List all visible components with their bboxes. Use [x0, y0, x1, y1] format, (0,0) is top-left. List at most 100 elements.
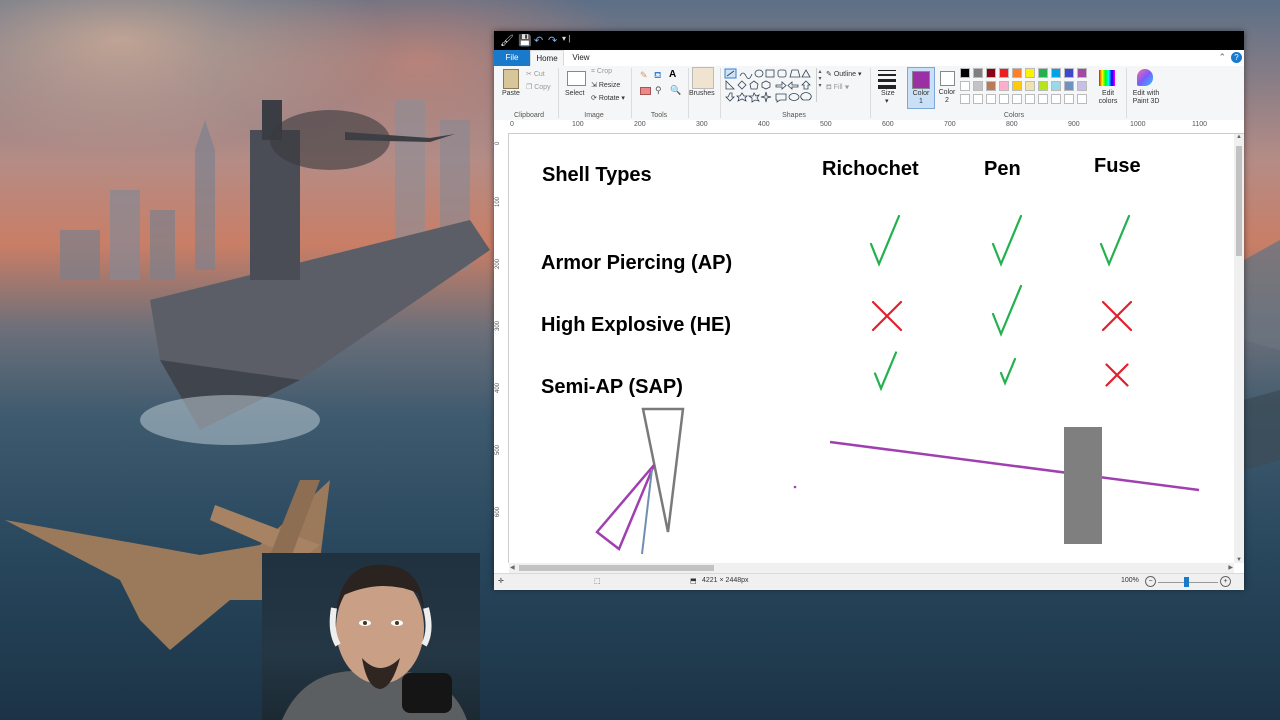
palette-color-swatch[interactable]: [1025, 68, 1035, 78]
palette-color-swatch[interactable]: [986, 81, 996, 91]
ribbon-home: Paste ✂ Cut ❐ Copy Clipboard Select ⌗ Cr…: [494, 66, 1244, 121]
vertical-scroll-thumb[interactable]: [1236, 146, 1242, 256]
paste-icon[interactable]: [503, 69, 519, 89]
tab-view[interactable]: View: [566, 50, 596, 66]
palette-color-swatch[interactable]: [1051, 94, 1061, 104]
edit-colors-icon[interactable]: [1099, 70, 1115, 86]
color2-swatch[interactable]: [940, 71, 955, 86]
ruler-tick-label: 300: [696, 121, 708, 128]
palette-color-swatch[interactable]: [960, 68, 970, 78]
palette-color-swatch[interactable]: [1064, 94, 1074, 104]
undo-icon[interactable]: ↶: [534, 34, 543, 47]
palette-color-swatch[interactable]: [1077, 81, 1087, 91]
rotate-button[interactable]: ⟳ Rotate ▾: [591, 94, 625, 102]
horizontal-ruler: 0 100 200 300 400 500 600 700 800 900 1000 1100: [508, 120, 1244, 134]
outline-icon: ✎: [826, 71, 834, 78]
collapse-ribbon-icon[interactable]: ⌃: [1218, 52, 1226, 63]
palette-color-swatch[interactable]: [1051, 81, 1061, 91]
paste-button[interactable]: Paste: [502, 90, 520, 97]
palette-color-swatch[interactable]: [999, 81, 1009, 91]
palette-color-swatch[interactable]: [986, 68, 996, 78]
size-icon[interactable]: [878, 70, 896, 89]
ruler-tick-label: 500: [820, 121, 832, 128]
zoom-slider-thumb[interactable]: [1184, 577, 1189, 587]
cut-button[interactable]: ✂ Cut: [526, 70, 545, 78]
palette-color-swatch[interactable]: [1064, 68, 1074, 78]
shapes-scroll-icon[interactable]: ▴ ▾ ▾: [816, 68, 823, 102]
palette-color-swatch[interactable]: [973, 81, 983, 91]
fill-bucket-icon[interactable]: ⛾: [654, 70, 661, 82]
image-size-icon: ⬒: [690, 578, 697, 585]
palette-color-swatch[interactable]: [1025, 94, 1035, 104]
palette-color-swatch[interactable]: [1051, 68, 1061, 78]
palette-color-swatch[interactable]: [999, 94, 1009, 104]
scroll-up-icon[interactable]: ▲: [1236, 134, 1242, 140]
palette-color-swatch[interactable]: [1038, 68, 1048, 78]
selection-size-icon: ⬚: [594, 578, 601, 585]
select-button[interactable]: Select: [565, 90, 584, 97]
horizontal-scroll-thumb[interactable]: [519, 565, 714, 571]
pencil-icon[interactable]: ✎: [640, 70, 648, 81]
palette-color-swatch[interactable]: [1012, 68, 1022, 78]
streamer-figure: [282, 564, 467, 720]
ruler-tick-label: 800: [1006, 121, 1018, 128]
brushes-icon[interactable]: [692, 67, 714, 89]
fill-button[interactable]: ⛾ Fill ▾: [826, 83, 849, 92]
scroll-right-icon[interactable]: ▶: [1228, 564, 1233, 571]
palette-color-swatch[interactable]: [960, 94, 970, 104]
help-icon[interactable]: ?: [1231, 52, 1242, 63]
palette-color-swatch[interactable]: [973, 68, 983, 78]
paint-app-icon: 🖌: [500, 35, 514, 47]
color2-button[interactable]: Color 2: [937, 89, 957, 105]
scroll-left-icon[interactable]: ◀: [510, 564, 515, 571]
color-picker-icon[interactable]: ⚲: [655, 85, 662, 96]
palette-color-swatch[interactable]: [960, 81, 970, 91]
ruler-tick-label: 100: [572, 121, 584, 128]
ruler-tick-label: 1100: [1192, 121, 1208, 128]
resize-button[interactable]: ⇲ Resize: [591, 81, 620, 89]
ruler-corner: [494, 120, 508, 133]
paint-window: 🖌 💾 ↶ ↷ ▾ | File Home View ⌃ ? Paste ✂ C…: [494, 31, 1244, 590]
ruler-tick-label: 400: [495, 382, 501, 393]
palette-color-swatch[interactable]: [973, 94, 983, 104]
crop-button[interactable]: ⌗ Crop: [591, 68, 612, 76]
palette-color-swatch[interactable]: [986, 94, 996, 104]
color1-button[interactable]: Color 1: [907, 67, 935, 109]
ruler-tick-label: 100: [495, 196, 501, 207]
edit-colors-button[interactable]: Edit colors: [1094, 90, 1122, 106]
sketch-layer: [595, 407, 1200, 555]
eraser-icon[interactable]: [640, 87, 651, 95]
palette-color-swatch[interactable]: [1064, 81, 1074, 91]
palette-color-swatch[interactable]: [1038, 81, 1048, 91]
ruler-tick-label: 500: [495, 444, 501, 455]
select-icon[interactable]: [567, 71, 586, 86]
save-icon[interactable]: 💾: [518, 34, 532, 47]
edit-with-paint3d-button[interactable]: Edit with Paint 3D: [1128, 90, 1164, 106]
tab-home[interactable]: Home: [530, 50, 564, 66]
ruler-tick-label: 700: [944, 121, 956, 128]
magnifier-icon[interactable]: 🔍: [670, 85, 681, 96]
palette-color-swatch[interactable]: [1025, 81, 1035, 91]
outline-button[interactable]: ✎ Outline ▾: [826, 70, 861, 78]
redo-icon[interactable]: ↷: [548, 34, 557, 47]
copy-button[interactable]: ❐ Copy: [526, 83, 551, 91]
palette-color-swatch[interactable]: [1012, 94, 1022, 104]
palette-color-swatch[interactable]: [1012, 81, 1022, 91]
text-tool-icon[interactable]: A: [669, 69, 676, 80]
brushes-button[interactable]: Brushes: [689, 90, 715, 97]
paint3d-icon[interactable]: [1137, 69, 1153, 86]
palette-color-swatch[interactable]: [999, 68, 1009, 78]
tab-file[interactable]: File: [494, 50, 530, 66]
customize-quick-access-icon[interactable]: ▾ |: [562, 34, 570, 43]
zoom-in-icon[interactable]: +: [1220, 576, 1231, 587]
drawing-canvas[interactable]: Shell Types Richochet Pen Fuse Armor Pie…: [509, 134, 1234, 563]
image-dimensions: 4221 × 2448px: [702, 577, 749, 584]
size-button[interactable]: Size: [881, 90, 895, 97]
zoom-out-icon[interactable]: −: [1145, 576, 1156, 587]
palette-color-swatch[interactable]: [1038, 94, 1048, 104]
scroll-down-icon[interactable]: ▼: [1236, 557, 1242, 563]
resize-icon: ⇲: [591, 82, 599, 89]
palette-color-swatch[interactable]: [1077, 94, 1087, 104]
palette-color-swatch[interactable]: [1077, 68, 1087, 78]
shapes-gallery[interactable]: [724, 68, 816, 104]
